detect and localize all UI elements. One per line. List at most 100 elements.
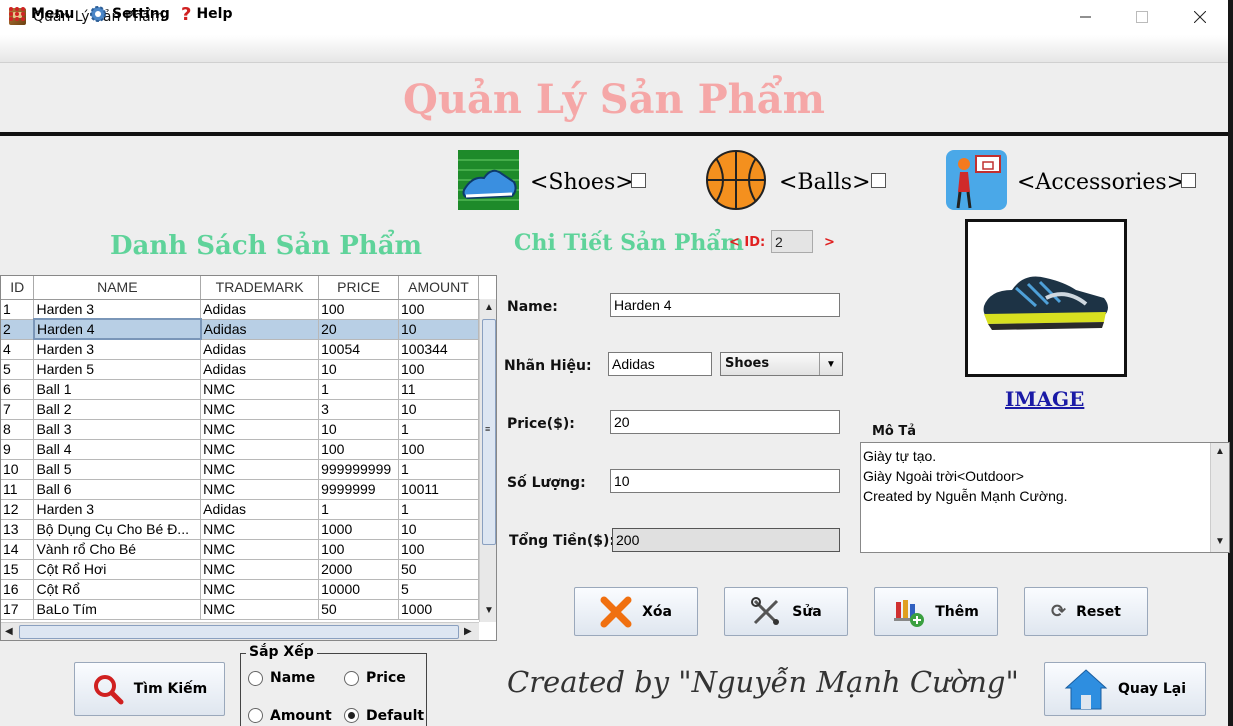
sort-price-radio[interactable] bbox=[344, 671, 359, 686]
table-cell[interactable]: 5 bbox=[1, 359, 35, 380]
edit-button[interactable]: Sửa bbox=[724, 587, 848, 636]
table-cell[interactable]: 100 bbox=[398, 439, 479, 460]
scroll-left-icon[interactable]: ◀ bbox=[5, 626, 13, 637]
table-cell[interactable]: NMC bbox=[200, 399, 320, 420]
table-cell[interactable]: Ball 1 bbox=[33, 379, 202, 400]
table-row[interactable]: 4 Harden 3 Adidas 10054 100344 bbox=[1, 339, 479, 360]
table-cell[interactable]: Ball 6 bbox=[33, 479, 202, 500]
table-row[interactable]: 13 Bộ Dụng Cụ Cho Bé Đ... NMC 1000 10 bbox=[1, 519, 479, 540]
table-cell[interactable]: 100344 bbox=[398, 339, 479, 360]
table-cell[interactable]: 10 bbox=[318, 419, 399, 440]
sort-default-radio[interactable] bbox=[344, 708, 359, 723]
sort-name-radio[interactable] bbox=[248, 671, 263, 686]
column-header[interactable]: ID bbox=[1, 276, 35, 300]
table-vertical-scrollbar[interactable]: ▲ ≡ ▼ bbox=[479, 299, 496, 622]
search-button[interactable]: Tìm Kiếm bbox=[74, 662, 225, 716]
table-cell[interactable]: Bộ Dụng Cụ Cho Bé Đ... bbox=[33, 519, 202, 540]
table-cell[interactable]: 100 bbox=[318, 439, 399, 460]
table-cell[interactable]: 100 bbox=[398, 539, 479, 560]
table-scroll-thumb[interactable]: ≡ bbox=[482, 319, 496, 545]
table-cell[interactable]: 4 bbox=[1, 339, 35, 360]
table-cell[interactable]: Harden 4 bbox=[32, 318, 202, 340]
description-textarea[interactable]: Giày tự tạo. Giày Ngoài trời<Outdoor> Cr… bbox=[860, 442, 1230, 553]
table-cell[interactable]: Harden 5 bbox=[33, 359, 202, 380]
table-cell[interactable]: 1 bbox=[398, 419, 479, 440]
table-cell[interactable]: 10 bbox=[398, 399, 479, 420]
add-button[interactable]: Thêm bbox=[874, 587, 998, 636]
description-scrollbar[interactable]: ▲ ▼ bbox=[1210, 443, 1229, 552]
table-cell[interactable]: 50 bbox=[398, 559, 479, 580]
quantity-field[interactable]: 10 bbox=[610, 469, 840, 493]
table-cell[interactable]: Ball 4 bbox=[33, 439, 202, 460]
product-table[interactable]: ID NAME TRADEMARK PRICE AMOUNT 1 Harden 3 Adid… bbox=[0, 275, 497, 641]
brand-field[interactable]: Adidas bbox=[608, 352, 712, 376]
table-cell[interactable]: 5 bbox=[398, 579, 479, 600]
table-cell[interactable]: NMC bbox=[200, 479, 320, 500]
scroll-down-icon[interactable]: ▼ bbox=[484, 605, 494, 616]
table-cell[interactable]: NMC bbox=[200, 519, 320, 540]
table-row[interactable]: 2 Harden 4 Adidas 20 10 bbox=[1, 318, 479, 340]
table-cell[interactable]: 8 bbox=[1, 419, 35, 440]
accessories-checkbox[interactable] bbox=[1181, 173, 1196, 188]
table-row[interactable]: 7 Ball 2 NMC 3 10 bbox=[1, 399, 479, 420]
column-header[interactable]: PRICE bbox=[318, 276, 399, 300]
table-row[interactable]: 14 Vành rổ Cho Bé NMC 100 100 bbox=[1, 539, 479, 560]
table-cell[interactable]: 15 bbox=[1, 559, 35, 580]
table-cell[interactable]: 1000 bbox=[318, 519, 399, 540]
sort-name-label[interactable]: Name bbox=[270, 670, 315, 686]
menu-menu[interactable]: Menu bbox=[8, 4, 74, 24]
scroll-up-icon[interactable]: ▲ bbox=[484, 302, 494, 313]
table-horizontal-scrollbar[interactable]: ◀ ▶ bbox=[1, 622, 479, 640]
table-cell[interactable]: 6 bbox=[1, 379, 35, 400]
product-image[interactable] bbox=[965, 219, 1127, 377]
table-row[interactable]: 17 BaLo Tím NMC 50 1000 bbox=[1, 599, 479, 620]
sort-default-label[interactable]: Default bbox=[366, 708, 424, 724]
shoes-checkbox[interactable] bbox=[631, 173, 646, 188]
table-cell[interactable]: Cột Rổ Hơi bbox=[33, 559, 202, 580]
table-cell[interactable]: Adidas bbox=[200, 319, 320, 340]
table-cell[interactable]: Ball 3 bbox=[33, 419, 202, 440]
table-cell[interactable]: Harden 3 bbox=[33, 299, 202, 320]
table-cell[interactable]: NMC bbox=[200, 379, 320, 400]
table-cell[interactable]: 17 bbox=[1, 599, 35, 620]
table-cell[interactable]: 50 bbox=[318, 599, 399, 620]
table-cell[interactable]: 3 bbox=[318, 399, 399, 420]
table-cell[interactable]: 10011 bbox=[398, 479, 479, 500]
menu-help[interactable]: ? Help bbox=[181, 4, 233, 25]
table-cell[interactable]: NMC bbox=[200, 439, 320, 460]
table-cell[interactable]: NMC bbox=[200, 459, 320, 480]
table-cell[interactable]: Ball 2 bbox=[33, 399, 202, 420]
scroll-down-icon[interactable]: ▼ bbox=[1215, 536, 1225, 547]
name-field[interactable]: Harden 4 bbox=[610, 293, 840, 317]
table-cell[interactable]: NMC bbox=[200, 539, 320, 560]
scroll-right-icon[interactable]: ▶ bbox=[464, 626, 472, 637]
table-cell[interactable]: Adidas bbox=[200, 299, 320, 320]
table-cell[interactable]: Harden 3 bbox=[33, 339, 202, 360]
table-cell[interactable]: NMC bbox=[200, 579, 320, 600]
table-cell[interactable]: 10000 bbox=[318, 579, 399, 600]
table-cell[interactable]: BaLo Tím bbox=[33, 599, 202, 620]
table-cell[interactable]: Adidas bbox=[200, 499, 320, 520]
column-header[interactable]: TRADEMARK bbox=[200, 276, 320, 300]
table-cell[interactable]: 10 bbox=[398, 319, 479, 340]
table-cell[interactable]: 2000 bbox=[318, 559, 399, 580]
table-cell[interactable]: Adidas bbox=[200, 359, 320, 380]
table-row[interactable]: 16 Cột Rổ NMC 10000 5 bbox=[1, 579, 479, 600]
sort-price-label[interactable]: Price bbox=[366, 670, 406, 686]
table-cell[interactable]: Cột Rổ bbox=[33, 579, 202, 600]
product-table-grid[interactable]: ID NAME TRADEMARK PRICE AMOUNT 1 Harden 3 Adid… bbox=[1, 276, 479, 620]
image-link[interactable]: IMAGE bbox=[1005, 387, 1084, 411]
table-cell[interactable]: 9 bbox=[1, 439, 35, 460]
table-cell[interactable]: 16 bbox=[1, 579, 35, 600]
table-body[interactable]: 1 Harden 3 Adidas 100 100 2 Harden 4 Adidas 20 10… bbox=[1, 299, 479, 620]
table-row[interactable]: 1 Harden 3 Adidas 100 100 bbox=[1, 299, 479, 320]
table-cell[interactable]: 1 bbox=[398, 499, 479, 520]
column-header[interactable]: NAME bbox=[33, 276, 202, 300]
table-cell[interactable]: Adidas bbox=[200, 339, 320, 360]
table-cell[interactable]: NMC bbox=[200, 559, 320, 580]
balls-checkbox[interactable] bbox=[871, 173, 886, 188]
table-cell[interactable]: 10 bbox=[398, 519, 479, 540]
table-cell[interactable]: 1 bbox=[398, 459, 479, 480]
table-cell[interactable]: Ball 5 bbox=[33, 459, 202, 480]
chevron-down-icon[interactable]: ▼ bbox=[819, 353, 842, 375]
